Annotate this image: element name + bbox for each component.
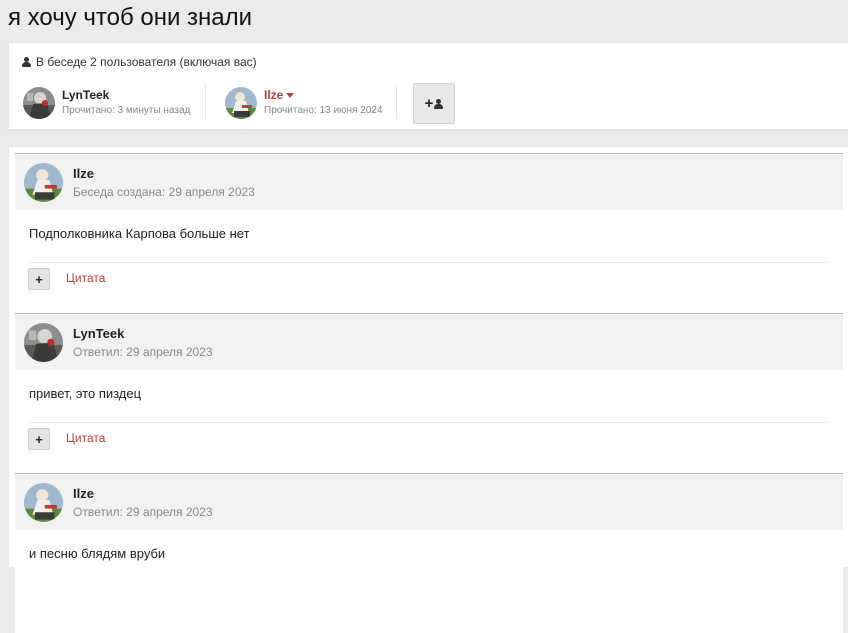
caret-down-icon[interactable] [286,93,295,99]
divider [205,85,206,119]
avatar[interactable] [24,163,63,202]
participants-count-label: В беседе 2 пользователя (включая вас) [36,55,257,69]
message-list: Ilze Беседа создана: 29 апреля 2023 Подп… [9,147,848,633]
quote-link[interactable]: Цитата [66,271,105,285]
participant-name[interactable]: LynTeek [62,88,190,102]
participant-read-status: Прочитано: 13 июня 2024 [264,105,383,116]
message-date: Ответил: 29 апреля 2023 [73,345,213,359]
divider [396,85,397,119]
message-author[interactable]: Ilze [73,166,94,181]
participant-ilze[interactable]: Ilze Прочитано: 13 июня 2024 [225,85,383,121]
avatar[interactable] [24,323,63,362]
participant-lynteek[interactable]: LynTeek Прочитано: 3 минуты назад [23,85,190,121]
participants-panel: В беседе 2 пользователя (включая вас) Ly… [9,43,848,129]
message-text: и песню блядям вруби [29,546,166,561]
message-separator [29,262,829,263]
add-participant-button[interactable]: + [413,83,455,124]
avatar[interactable] [24,483,63,522]
user-icon [22,57,31,67]
multiquote-button[interactable]: + [28,268,50,290]
message-text: Подполковника Карпова больше нет [29,226,250,241]
message-separator [29,422,829,423]
message-item: LynTeek Ответил: 29 апреля 2023 привет, … [15,313,843,473]
participant-read-status: Прочитано: 3 минуты назад [62,105,191,116]
multiquote-button[interactable]: + [28,428,50,450]
message-header: Ilze Беседа создана: 29 апреля 2023 [15,153,843,210]
message-date: Ответил: 29 апреля 2023 [73,505,213,519]
avatar[interactable] [225,87,257,119]
participant-name[interactable]: Ilze [264,88,383,102]
quote-link[interactable]: Цитата [66,431,105,445]
participants-header: В беседе 2 пользователя (включая вас) [22,55,257,69]
message-item: Ilze Беседа создана: 29 апреля 2023 Подп… [15,153,843,313]
add-user-icon [434,98,444,109]
message-header: Ilze Ответил: 29 апреля 2023 [15,473,843,530]
message-body: и песню блядям вруби [15,530,843,633]
message-header: LynTeek Ответил: 29 апреля 2023 [15,313,843,370]
message-author[interactable]: LynTeek [73,326,124,341]
participant-name-text[interactable]: Ilze [264,88,283,102]
plus-icon: + [424,95,434,112]
message-text: привет, это пиздец [29,386,142,401]
message-body: Подполковника Карпова больше нет + Цитат… [15,210,843,313]
page-title: я хочу чтоб они знали [8,4,253,31]
avatar[interactable] [23,87,55,119]
message-item: Ilze Ответил: 29 апреля 2023 и песню бля… [15,473,843,633]
message-body: привет, это пиздец + Цитата [15,370,843,473]
message-author[interactable]: Ilze [73,486,94,501]
message-date: Беседа создана: 29 апреля 2023 [73,185,255,199]
